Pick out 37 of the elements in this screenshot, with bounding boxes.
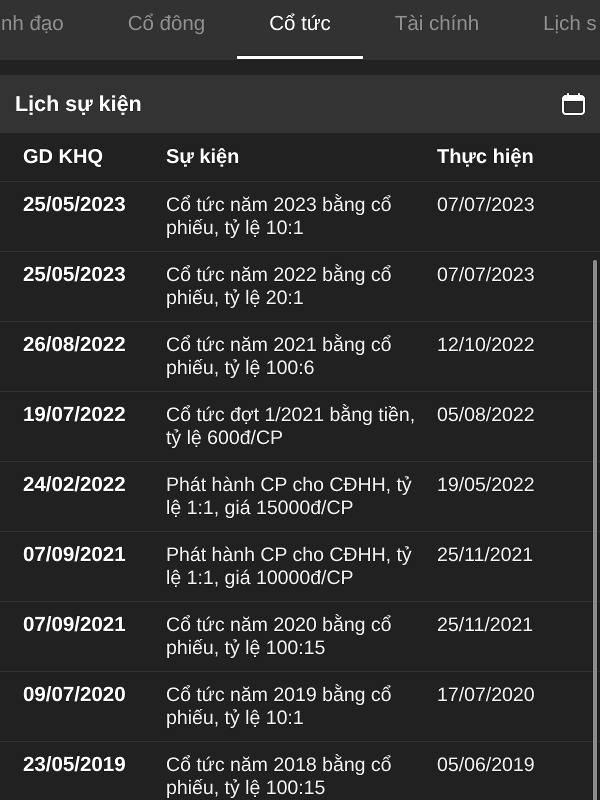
event-cell-text: Cổ tức năm 2019 bằng cổ phiếu, tỷ lệ 10:1 bbox=[166, 684, 393, 730]
date-cell-text: 23/05/2019 bbox=[23, 754, 127, 778]
calendar-icon[interactable] bbox=[562, 93, 585, 115]
date-cell-text: 07/07/2023 bbox=[437, 194, 536, 218]
date-cell-text: 05/08/2022 bbox=[437, 404, 536, 428]
date-cell-text: 07/09/2021 bbox=[23, 544, 127, 568]
section-title: Lịch sự kiện bbox=[15, 92, 142, 116]
event-cell-text: Cổ tức năm 2022 bằng cổ phiếu, tỷ lệ 20:1 bbox=[166, 264, 393, 310]
event-cell-text: Phát hành CP cho CĐHH, tỷ lệ 1:1, giá 15000đ/CP bbox=[166, 474, 413, 520]
scrollbar-thumb[interactable] bbox=[593, 260, 597, 800]
date-cell-text: 25/05/2023 bbox=[23, 264, 127, 288]
date-cell-text: 12/10/2022 bbox=[437, 334, 536, 358]
date-cell-text: 25/05/2023 bbox=[23, 194, 127, 218]
tab[interactable]: Cổ đông bbox=[96, 0, 238, 59]
date-cell-text: 25/11/2021 bbox=[437, 614, 534, 638]
event-cell-text: Cổ tức năm 2023 bằng cổ phiếu, tỷ lệ 10:1 bbox=[166, 194, 393, 240]
date-cell-text: 19/07/2022 bbox=[23, 404, 127, 428]
date-cell-text: 05/06/2019 bbox=[437, 754, 536, 778]
date-cell-text: 09/07/2020 bbox=[23, 684, 127, 708]
tab[interactable]: nh đạo bbox=[0, 0, 96, 59]
column-header: Sự kiện bbox=[166, 146, 240, 170]
event-cell-text: Cổ tức năm 2018 bằng cổ phiếu, tỷ lệ 100:15 bbox=[166, 754, 393, 800]
column-header: Thực hiện bbox=[437, 146, 535, 170]
date-cell-text: 24/02/2022 bbox=[23, 474, 127, 498]
date-cell-text: 19/05/2022 bbox=[437, 474, 536, 498]
event-cell-text: Cổ tức năm 2021 bằng cổ phiếu, tỷ lệ 100:6 bbox=[166, 334, 393, 380]
event-cell-text: Phát hành CP cho CĐHH, tỷ lệ 1:1, giá 10000đ/CP bbox=[166, 544, 413, 590]
date-cell-text: 26/08/2022 bbox=[23, 334, 127, 358]
date-cell-text: 17/07/2020 bbox=[437, 684, 536, 708]
date-cell-text: 07/07/2023 bbox=[437, 264, 536, 288]
tab[interactable]: Lịch s bbox=[511, 0, 600, 59]
event-cell-text: Cổ tức năm 2020 bằng cổ phiếu, tỷ lệ 100:15 bbox=[166, 614, 393, 660]
column-header: GD KHQ bbox=[23, 146, 104, 170]
event-cell-text: Cổ tức đợt 1/2021 bằng tiền, tỷ lệ 600đ/CP bbox=[166, 404, 416, 450]
date-cell-text: 07/09/2021 bbox=[23, 614, 127, 638]
tab[interactable]: Tài chính bbox=[362, 0, 512, 59]
date-cell-text: 25/11/2021 bbox=[437, 544, 534, 568]
